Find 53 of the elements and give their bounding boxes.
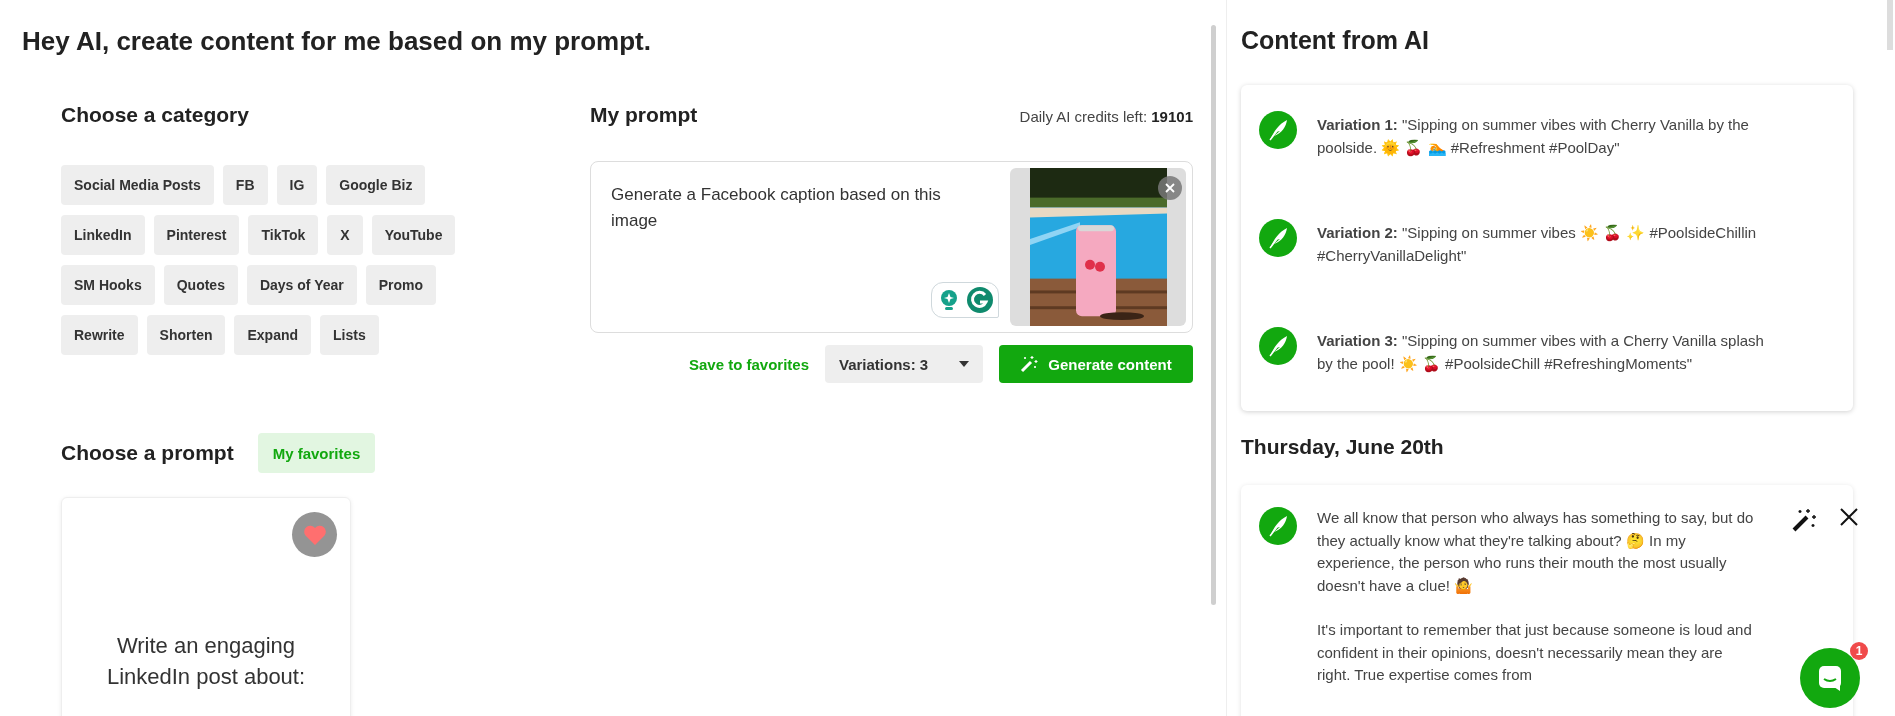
heart-icon: [302, 523, 327, 546]
category-chip[interactable]: Shorten: [146, 315, 226, 355]
prompt-input[interactable]: Generate a Facebook caption based on this image: [597, 168, 995, 326]
post-paragraph: We all know that person who always has something to say, but do they actually know what they're talking about? 🤔 In my experience, the person who runs their mouth the most usually doesn't have a clue! 🤷: [1317, 508, 1755, 596]
category-chip[interactable]: SM Hooks: [61, 265, 155, 305]
section-title: Choose a category: [61, 103, 250, 127]
grammar-logo-icon: [966, 286, 994, 314]
category-chip[interactable]: X: [327, 215, 363, 255]
feather-icon: [1259, 507, 1297, 545]
page-title: Hey AI, create content for me based on my prompt.: [22, 26, 652, 57]
variations-dropdown[interactable]: Variations: 3: [825, 345, 983, 383]
category-chip[interactable]: Google Biz: [326, 165, 426, 205]
scrollbar[interactable]: [1887, 0, 1893, 50]
category-chip[interactable]: Rewrite: [61, 315, 138, 355]
feather-icon: [1259, 219, 1297, 257]
category-chip[interactable]: Promo: [365, 265, 437, 305]
close-icon[interactable]: [1839, 507, 1859, 527]
category-chip[interactable]: Pinterest: [153, 215, 240, 255]
variation-text: Variation 1: "Sipping on summer vibes with Cherry Vanilla by the poolside. 🌞 🍒 🏊 #Refreshment #PoolDay": [1317, 115, 1750, 159]
category-chip[interactable]: YouTube: [371, 215, 456, 255]
category-chip[interactable]: Days of Year: [246, 265, 357, 305]
chat-icon: [1817, 664, 1843, 692]
scrollbar[interactable]: [1211, 25, 1216, 605]
section-title: My prompt: [590, 103, 698, 127]
magic-wand-icon: [1020, 355, 1039, 373]
close-icon[interactable]: [1158, 176, 1182, 200]
feather-icon: [1259, 111, 1297, 149]
variation-text: Variation 3: "Sipping on summer vibes with a Cherry Vanilla splash by the pool! ☀ 🍒 #PoolsideChill #RefreshingMoments": [1317, 331, 1765, 375]
category-chip[interactable]: Expand: [234, 315, 312, 355]
magic-wand-icon[interactable]: [1791, 507, 1817, 533]
favorite-button[interactable]: [292, 512, 337, 557]
notification-badge: 1: [1850, 642, 1868, 660]
section-title: Choose a prompt: [61, 441, 234, 465]
chat-button[interactable]: [1800, 648, 1860, 708]
date-heading: Thursday, June 20th: [1241, 435, 1445, 459]
category-chip[interactable]: Quotes: [163, 265, 238, 305]
panel-title: Content from AI: [1241, 26, 1430, 55]
category-chip[interactable]: FB: [222, 165, 268, 205]
prompt-text: Write an engaging LinkedIn post about:: [105, 632, 307, 691]
category-chip[interactable]: Lists: [320, 315, 379, 355]
writing-assistant-widget[interactable]: [931, 282, 999, 318]
caret-icon: [959, 361, 969, 367]
prompt-card[interactable]: Write an engaging LinkedIn post about:: [61, 497, 351, 716]
category-chip[interactable]: Social Media Posts: [61, 165, 214, 205]
category-chip[interactable]: IG: [276, 165, 318, 205]
bulb-icon: [938, 288, 960, 312]
prompt-field[interactable]: Generate a Facebook caption based on this image: [590, 161, 1193, 333]
credits-counter: Daily AI credits left: 19101: [1019, 108, 1193, 125]
post-paragraph: It's important to remember that just because someone is loud and confident in their opinions, doesn't necessarily mean they are right. True expertise comes from: [1317, 620, 1753, 685]
variation-text: Variation 2: "Sipping on summer vibes ☀ 🍒 ✨ #PoolsideChillin #CherryVanillaDelight": [1317, 223, 1758, 266]
category-chip[interactable]: TikTok: [248, 215, 319, 255]
feather-icon: [1259, 327, 1297, 365]
category-chip[interactable]: LinkedIn: [61, 215, 145, 255]
